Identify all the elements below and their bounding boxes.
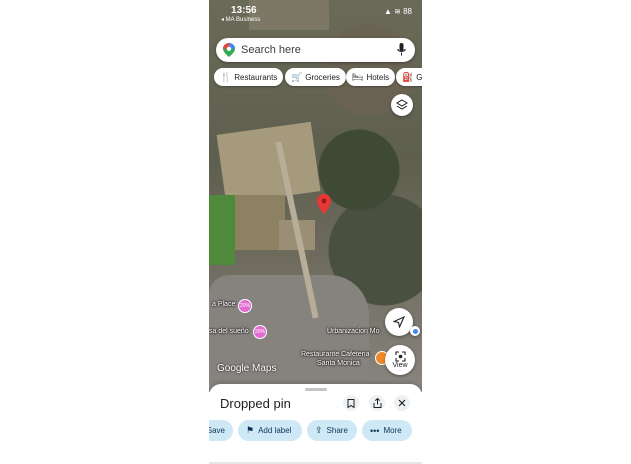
bookmark-icon	[347, 398, 355, 408]
chip-label: Hotels	[366, 72, 390, 82]
action-chips: Save ⚑ Add label ⇪ Share ••• More	[209, 420, 422, 442]
view-lens-button[interactable]: View	[385, 345, 415, 375]
share-icon: ⇪	[315, 425, 323, 435]
poi-badge: 20%	[254, 329, 265, 335]
sheet-title: Dropped pin	[220, 396, 291, 411]
search-bar[interactable]: Search here	[216, 38, 415, 62]
phone-screen: 13:56 ◂ MA Business ▲ ≋ 88 Search here 🍴…	[209, 0, 422, 464]
lens-icon	[394, 351, 406, 362]
map-label: Urbanizacion Mo	[327, 328, 380, 335]
status-time: 13:56	[231, 5, 257, 16]
google-maps-watermark: Google Maps	[217, 363, 277, 374]
action-label: Save	[209, 426, 225, 435]
poi-badge: 20%	[239, 303, 250, 309]
field-patch	[209, 195, 235, 265]
bookmark-button[interactable]	[343, 395, 359, 411]
close-button[interactable]	[394, 395, 410, 411]
map-label: sa del sueño	[209, 328, 249, 335]
navigation-arrow-icon	[393, 316, 405, 328]
action-label: Share	[326, 426, 348, 435]
status-carrier: ◂ MA Business	[221, 17, 261, 23]
layers-icon	[396, 99, 408, 110]
map-label: a Place	[212, 301, 236, 308]
search-placeholder: Search here	[241, 44, 301, 56]
share-icon	[373, 398, 381, 408]
map-label: Santa Monica	[317, 360, 360, 367]
gas-pump-icon: ⛽	[402, 71, 414, 82]
add-label-button[interactable]: ⚑ Add label	[238, 420, 302, 441]
navigate-button[interactable]	[385, 308, 413, 336]
chip-label: Restaurants	[234, 72, 278, 82]
dropped-pin-marker[interactable]	[317, 194, 331, 214]
chip-gas[interactable]: ⛽ Ga	[396, 68, 422, 86]
more-button[interactable]: ••• More	[362, 420, 412, 441]
poi-marker[interactable]: 20%	[238, 299, 252, 313]
chip-label: Ga	[416, 72, 422, 82]
share-top-button[interactable]	[369, 395, 385, 411]
chip-groceries[interactable]: 🛒 Groceries	[285, 68, 346, 86]
location-dot-icon	[410, 326, 420, 336]
chip-restaurants[interactable]: 🍴 Restaurants	[214, 68, 284, 86]
close-icon	[398, 399, 406, 407]
field-patch	[216, 121, 321, 205]
flag-icon: ⚑	[246, 425, 255, 435]
save-button[interactable]: Save	[209, 420, 233, 441]
share-button[interactable]: ⇪ Share	[307, 420, 357, 441]
microphone-icon[interactable]	[397, 43, 406, 57]
field-patch	[235, 195, 285, 250]
layers-button[interactable]	[391, 94, 413, 116]
fork-knife-icon: 🍴	[220, 71, 232, 82]
map-label: Restaurante Cafeteria	[301, 351, 370, 358]
more-dots-icon: •••	[370, 425, 380, 436]
chip-label: Groceries	[305, 72, 340, 82]
satellite-map[interactable]: 13:56 ◂ MA Business ▲ ≋ 88 Search here 🍴…	[209, 0, 422, 392]
poi-marker[interactable]: 20%	[253, 325, 267, 339]
place-bottom-sheet[interactable]: Dropped pin Save ⚑ Add label ⇪ Share •••…	[209, 384, 422, 464]
action-label: More	[383, 426, 402, 435]
action-label: Add label	[258, 426, 292, 435]
chip-hotels[interactable]: 🛏 Hotels	[346, 68, 396, 86]
bed-icon: 🛏	[352, 71, 364, 82]
cart-icon: 🛒	[291, 71, 303, 82]
sheet-drag-handle[interactable]	[305, 388, 327, 391]
status-bar: 13:56 ◂ MA Business ▲ ≋ 88	[209, 0, 422, 28]
status-system-icons: ▲ ≋ 88	[384, 7, 412, 16]
google-maps-logo-icon	[223, 43, 235, 57]
view-label: View	[392, 362, 408, 369]
